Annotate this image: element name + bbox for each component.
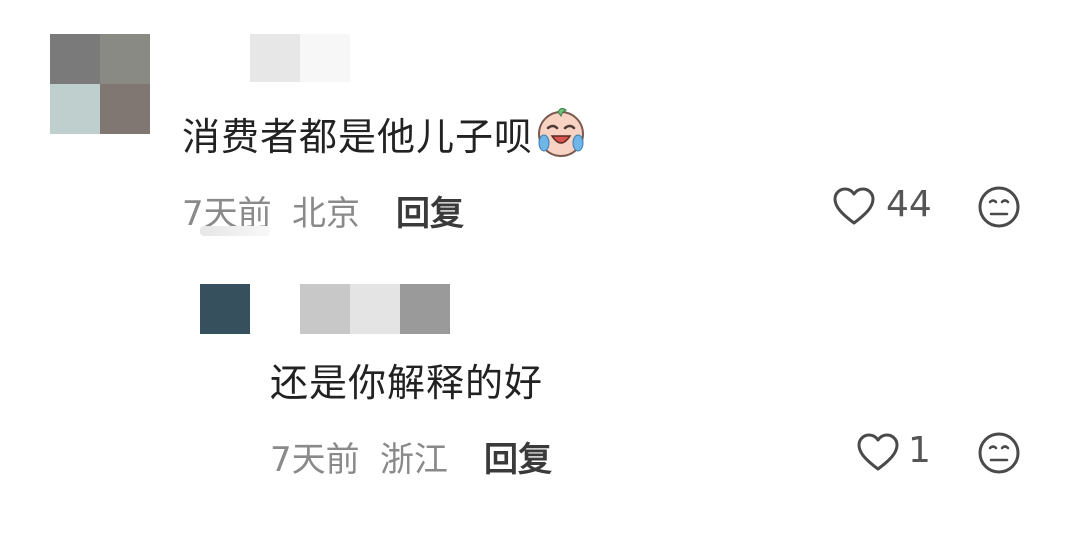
like-count: 44 (886, 184, 932, 225)
username-blurred[interactable] (250, 284, 450, 334)
reply-button[interactable]: 回复 (396, 186, 464, 235)
comment-location: 浙江 (380, 440, 448, 480)
neutral-face-icon[interactable] (976, 184, 1022, 230)
comment-time: 7天前 (270, 440, 360, 480)
comment-text: 还是你解释的好 (270, 361, 544, 405)
username-blurred[interactable] (250, 34, 350, 82)
crying-baby-emoji-icon (535, 106, 587, 158)
comment-text: 消费者都是他儿子呗 (182, 106, 587, 161)
blur-smudge (200, 226, 270, 236)
like-count: 1 (908, 430, 931, 471)
comment-location: 北京 (292, 194, 360, 234)
neutral-face-icon[interactable] (976, 430, 1022, 476)
avatar[interactable] (50, 34, 150, 134)
avatar[interactable] (200, 284, 250, 334)
heart-outline-icon[interactable] (832, 186, 876, 226)
heart-outline-icon[interactable] (856, 432, 900, 472)
reply-button[interactable]: 回复 (484, 432, 552, 481)
